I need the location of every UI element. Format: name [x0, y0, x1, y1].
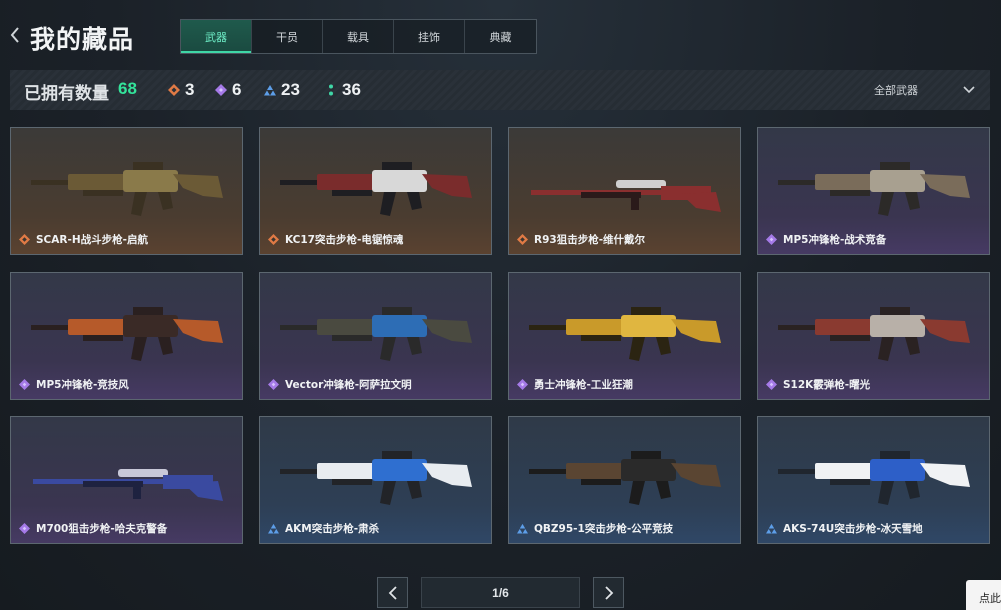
- item-caption: AKM突击步枪-肃杀: [268, 521, 379, 536]
- green-dots-icon: [329, 84, 333, 96]
- collection-item-card[interactable]: MP5冲锋枪-竞技风: [10, 272, 243, 400]
- item-name: MP5冲锋枪-战术竞备: [783, 234, 887, 246]
- item-name: MP5冲锋枪-竞技风: [36, 379, 129, 391]
- owned-count: 68: [118, 79, 137, 98]
- item-name: Vector冲锋枪-阿萨拉文明: [285, 379, 412, 391]
- item-caption: MP5冲锋枪-竞技风: [19, 377, 129, 392]
- purple-diamond-icon: [215, 84, 227, 96]
- collection-item-card[interactable]: AKM突击步枪-肃杀: [259, 416, 492, 544]
- collection-item-card[interactable]: AKS-74U突击步枪-冰天雪地: [757, 416, 990, 544]
- prev-page-button[interactable]: [377, 577, 408, 608]
- orange-diamond-icon: [268, 234, 279, 245]
- item-name: S12K霰弹枪-曙光: [783, 379, 871, 391]
- item-name: R93狙击步枪-维什戴尔: [534, 234, 646, 246]
- item-name: AKM突击步枪-肃杀: [285, 523, 380, 535]
- collection-item-card[interactable]: MP5冲锋枪-战术竞备: [757, 127, 990, 255]
- blue-triangle-icon: [264, 85, 276, 96]
- weapon-image: [31, 307, 223, 361]
- blue-triangle-icon: [268, 523, 279, 534]
- item-name: 勇士冲锋枪-工业狂潮: [534, 379, 633, 391]
- orange-diamond-icon: [517, 234, 528, 245]
- purple-diamond-icon: [766, 234, 777, 245]
- chevron-right-icon: [604, 585, 613, 600]
- purple-diamond-icon: [19, 379, 30, 390]
- chevron-left-icon: [388, 585, 397, 600]
- rarity-count-blue: 23: [281, 80, 300, 99]
- purple-diamond-icon: [517, 379, 528, 390]
- header: 我的藏品 武器 干员 载具 挂饰 典藏: [0, 0, 1001, 70]
- collection-item-card[interactable]: QBZ95-1突击步枪-公平竞技: [508, 416, 741, 544]
- corner-popup[interactable]: 点此: [966, 580, 1001, 610]
- filter-label: 全部武器: [874, 84, 918, 97]
- item-caption: QBZ95-1突击步枪-公平竞技: [517, 521, 673, 536]
- item-name: KC17突击步枪-电锯惊魂: [285, 234, 404, 246]
- collection-item-card[interactable]: KC17突击步枪-电锯惊魂: [259, 127, 492, 255]
- blue-triangle-icon: [517, 523, 528, 534]
- collection-item-card[interactable]: 勇士冲锋枪-工业狂潮: [508, 272, 741, 400]
- next-page-button[interactable]: [593, 577, 624, 608]
- tab-collection[interactable]: 典藏: [465, 20, 536, 53]
- item-name: QBZ95-1突击步枪-公平竞技: [534, 523, 674, 535]
- page-indicator: 1/6: [421, 577, 580, 608]
- item-caption: S12K霰弹枪-曙光: [766, 377, 870, 392]
- rarity-stat-blue: 23: [264, 80, 300, 100]
- rarity-count-purple: 6: [232, 80, 242, 99]
- chevron-left-icon: [10, 27, 19, 43]
- weapon-image: [280, 162, 472, 216]
- tab-weapons[interactable]: 武器: [181, 20, 252, 53]
- owned-label: 已拥有数量: [24, 84, 109, 104]
- item-caption: M700狙击步枪-哈夫克警备: [19, 521, 167, 536]
- item-name: M700狙击步枪-哈夫克警备: [36, 523, 168, 535]
- chevron-down-icon: [963, 86, 975, 94]
- item-caption: AKS-74U突击步枪-冰天雪地: [766, 521, 923, 536]
- item-caption: Vector冲锋枪-阿萨拉文明: [268, 377, 412, 392]
- rarity-count-orange: 3: [185, 80, 195, 99]
- collection-item-card[interactable]: R93狙击步枪-维什戴尔: [508, 127, 741, 255]
- purple-diamond-icon: [268, 379, 279, 390]
- item-name: SCAR-H战斗步枪-启航: [36, 234, 148, 246]
- rarity-stat-orange: 3: [168, 80, 194, 100]
- weapon-image: [778, 307, 970, 361]
- tab-operators[interactable]: 干员: [252, 20, 323, 53]
- weapon-image: [778, 162, 970, 216]
- weapon-filter-select[interactable]: 全部武器: [868, 76, 980, 104]
- collection-item-card[interactable]: M700狙击步枪-哈夫克警备: [10, 416, 243, 544]
- rarity-stat-purple: 6: [215, 80, 241, 100]
- weapon-image: [280, 451, 472, 505]
- weapon-image: [778, 451, 970, 505]
- category-tabs: 武器 干员 载具 挂饰 典藏: [180, 19, 537, 54]
- collection-item-card[interactable]: S12K霰弹枪-曙光: [757, 272, 990, 400]
- item-caption: KC17突击步枪-电锯惊魂: [268, 232, 403, 247]
- orange-diamond-icon: [168, 84, 180, 96]
- item-caption: SCAR-H战斗步枪-启航: [19, 232, 148, 247]
- tab-pendants[interactable]: 挂饰: [394, 20, 465, 53]
- rarity-stat-green: 36: [325, 80, 361, 100]
- collection-item-card[interactable]: Vector冲锋枪-阿萨拉文明: [259, 272, 492, 400]
- weapon-image: [31, 162, 223, 216]
- item-caption: MP5冲锋枪-战术竞备: [766, 232, 886, 247]
- page-title: 我的藏品: [30, 25, 135, 54]
- blue-triangle-icon: [766, 523, 777, 534]
- purple-diamond-icon: [19, 523, 30, 534]
- weapon-image: [529, 451, 721, 505]
- weapon-image: [531, 180, 721, 212]
- orange-diamond-icon: [19, 234, 30, 245]
- purple-diamond-icon: [766, 379, 777, 390]
- stats-bar: 已拥有数量 68 3 6 23 36 全部武器: [10, 70, 990, 110]
- item-name: AKS-74U突击步枪-冰天雪地: [783, 523, 923, 535]
- item-caption: 勇士冲锋枪-工业狂潮: [517, 377, 633, 392]
- tab-vehicles[interactable]: 载具: [323, 20, 394, 53]
- item-caption: R93狙击步枪-维什戴尔: [517, 232, 645, 247]
- back-button[interactable]: [8, 26, 26, 50]
- rarity-count-green: 36: [342, 80, 361, 99]
- weapon-image: [529, 307, 721, 361]
- collection-item-card[interactable]: SCAR-H战斗步枪-启航: [10, 127, 243, 255]
- weapon-image: [33, 469, 223, 501]
- weapon-image: [280, 307, 472, 361]
